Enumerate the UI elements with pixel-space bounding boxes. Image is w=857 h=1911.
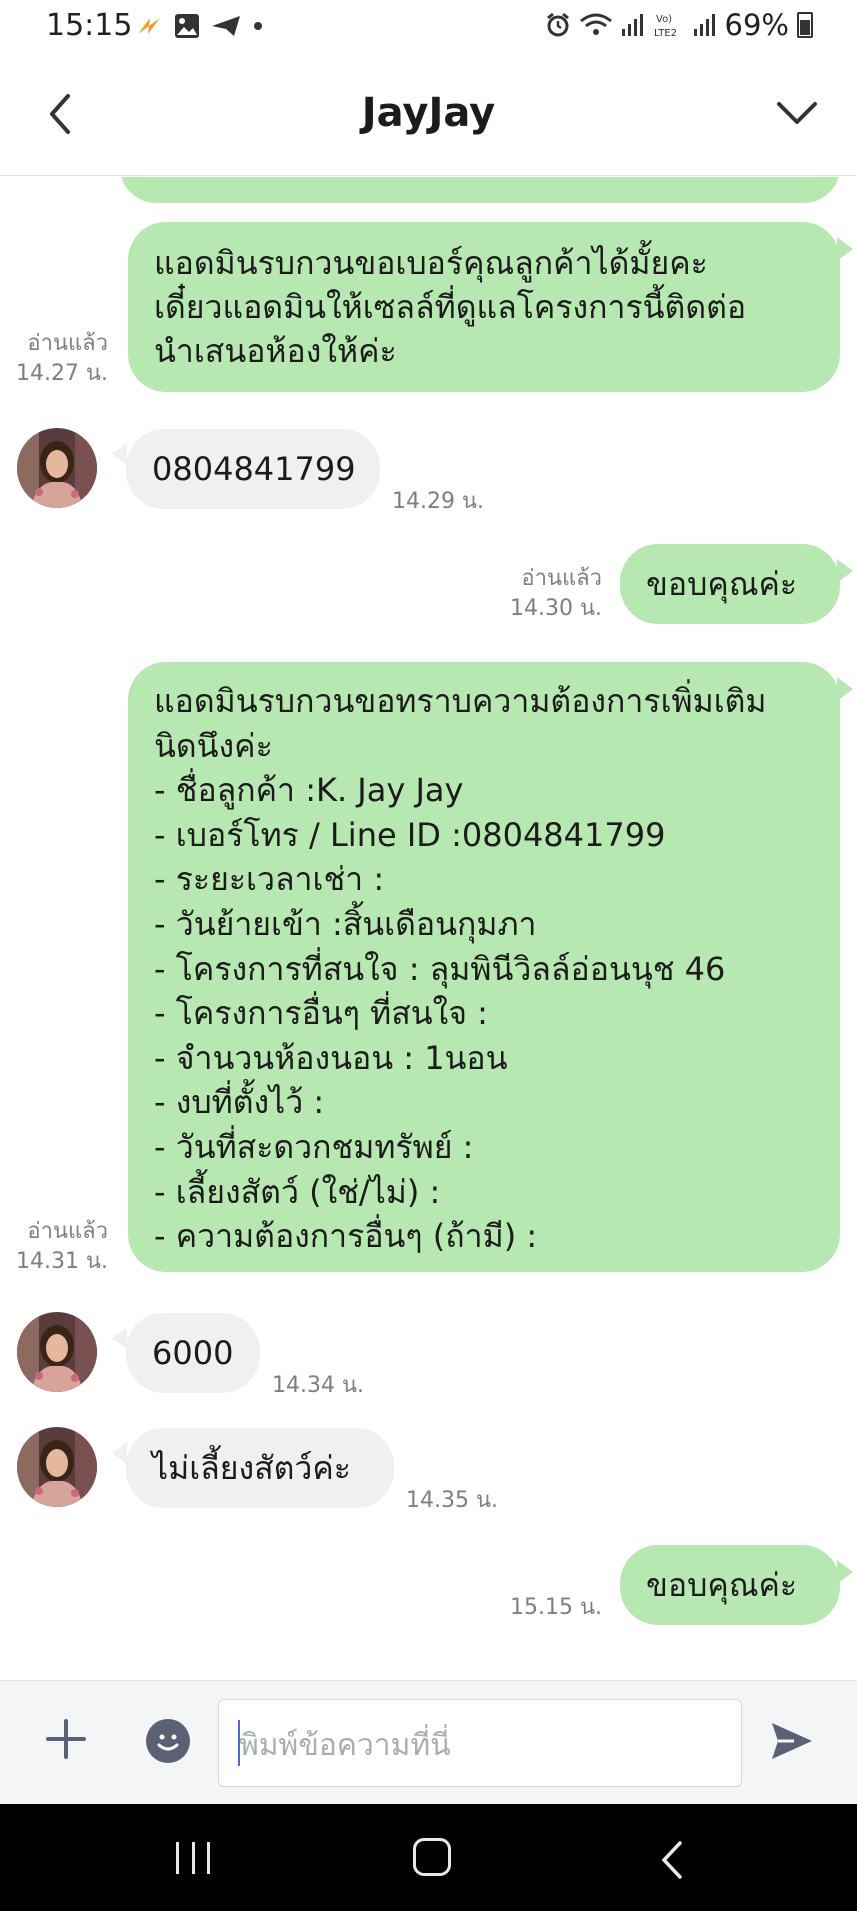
message-line: แอดมินรบกวนขอเบอร์คุณลูกค้าได้มั้ยคะ bbox=[154, 244, 708, 282]
bubble-tail bbox=[112, 443, 127, 465]
svg-text:Vo): Vo) bbox=[656, 14, 672, 25]
message-line: - เลี้ยงสัตว์ (ใช่/ไม่) : bbox=[154, 1172, 441, 1211]
svg-text:LTE2: LTE2 bbox=[654, 28, 677, 39]
send-arrow-icon bbox=[772, 1723, 812, 1759]
incoming-message[interactable]: 6000 bbox=[126, 1313, 260, 1393]
message-meta: 15.15 น. bbox=[470, 1593, 602, 1623]
message-time: 15.15 น. bbox=[509, 1595, 602, 1620]
attach-button[interactable] bbox=[46, 1719, 86, 1759]
message-time: 14.35 น. bbox=[406, 1488, 499, 1513]
bubble-tail bbox=[837, 237, 853, 261]
read-receipt: อ่านแล้ว bbox=[27, 1219, 108, 1244]
send-button[interactable] bbox=[768, 1717, 816, 1765]
message-line: นิดนึงค่ะ bbox=[154, 726, 273, 765]
outgoing-message[interactable]: ขอบคุณค่ะ bbox=[620, 1545, 840, 1625]
text-caret bbox=[238, 1720, 240, 1766]
outgoing-message[interactable]: แอดมินรบกวนขอทราบความต้องการเพิ่มเติม นิ… bbox=[128, 662, 840, 1272]
plus-icon bbox=[46, 1719, 86, 1759]
avatar-photo-icon bbox=[17, 1312, 97, 1392]
message-line: - จำนวนห้องนอน : 1นอน bbox=[154, 1038, 508, 1077]
bubble-tail bbox=[837, 559, 853, 583]
smiley-icon bbox=[157, 1734, 179, 1751]
message-time: 14.27 น. bbox=[15, 361, 108, 386]
message-line: - งบที่ตั้งไว้ : bbox=[154, 1083, 325, 1122]
message-time: 14.29 น. bbox=[392, 489, 485, 514]
outgoing-message[interactable]: แอดมินรบกวนขอเบอร์คุณลูกค้าได้มั้ยคะ เดี… bbox=[128, 222, 840, 392]
message-line: แอดมินรบกวนขอทราบความต้องการเพิ่มเติม bbox=[154, 682, 767, 720]
message-line: - โครงการอื่นๆ ที่สนใจ : bbox=[154, 994, 488, 1033]
contact-avatar[interactable] bbox=[17, 1427, 97, 1507]
message-line: - ความต้องการอื่นๆ (ถ้ามี) : bbox=[154, 1217, 538, 1256]
signal-icon bbox=[693, 14, 715, 36]
send-icon bbox=[212, 16, 240, 36]
alarm-icon bbox=[546, 12, 569, 37]
message-line: - เบอร์โทร / Line ID :0804841799 bbox=[154, 815, 666, 854]
contact-avatar[interactable] bbox=[17, 428, 97, 508]
chat-title: JayJay bbox=[361, 90, 496, 136]
avatar-photo-icon bbox=[17, 428, 97, 508]
bubble-tail bbox=[837, 1560, 853, 1584]
message-time: 14.30 น. bbox=[509, 596, 602, 621]
message-meta: อ่านแล้ว 14.27 น. bbox=[8, 329, 108, 389]
avatar-photo-icon bbox=[17, 1427, 97, 1507]
volte-icon: Vo) LTE2 bbox=[654, 14, 677, 39]
message-input-bar: พิมพ์ข้อความที่นี่ bbox=[0, 1680, 857, 1804]
chevron-down-icon bbox=[777, 102, 817, 124]
home-button[interactable] bbox=[413, 1838, 451, 1876]
bubble-tail bbox=[112, 1442, 127, 1464]
status-bar: 15:15 Vo) LTE2 69% bbox=[0, 0, 857, 52]
flash-icon bbox=[138, 18, 160, 34]
contact-avatar[interactable] bbox=[17, 1312, 97, 1392]
dot-icon bbox=[254, 22, 262, 30]
outgoing-message[interactable]: ขอบคุณค่ะ bbox=[620, 544, 840, 624]
message-line: - โครงการที่สนใจ : ลุมพินีวิลล์อ่อนนุช 4… bbox=[154, 949, 726, 988]
message-text: ไม่เลี้ยงสัตว์ค่ะ bbox=[152, 1449, 351, 1487]
image-icon bbox=[175, 14, 199, 38]
message-list[interactable]: อ่านแล้ว 14.27 น. แอดมินรบกวนขอเบอร์คุณล… bbox=[0, 177, 857, 1680]
message-input[interactable]: พิมพ์ข้อความที่นี่ bbox=[218, 1699, 742, 1787]
read-receipt: อ่านแล้ว bbox=[521, 566, 602, 591]
bubble-tail bbox=[112, 1327, 127, 1349]
message-text: 0804841799 bbox=[152, 450, 356, 488]
notification-icons bbox=[134, 10, 264, 42]
message-line: นำเสนอห้องให้ค่ะ bbox=[154, 332, 397, 370]
emoji-button[interactable] bbox=[146, 1719, 190, 1763]
message-time: 14.34 น. bbox=[272, 1373, 365, 1398]
message-line: เดี๋ยวแอดมินให้เซลล์ที่ดูแลโครงการนี้ติด… bbox=[154, 288, 747, 326]
message-meta: อ่านแล้ว 14.30 น. bbox=[470, 564, 602, 624]
system-nav-bar bbox=[0, 1804, 857, 1911]
message-meta: อ่านแล้ว 14.31 น. bbox=[8, 1217, 108, 1277]
message-text: ขอบคุณค่ะ bbox=[646, 565, 798, 603]
message-time: 14.31 น. bbox=[15, 1249, 108, 1274]
message-line: - ระยะเวลาเช่า : bbox=[154, 860, 385, 899]
status-right: Vo) LTE2 69% bbox=[545, 8, 813, 42]
message-text: ขอบคุณค่ะ bbox=[646, 1566, 798, 1604]
back-chevron-icon bbox=[661, 1841, 682, 1879]
read-receipt: อ่านแล้ว bbox=[27, 331, 108, 356]
message-text: 6000 bbox=[152, 1334, 234, 1372]
incoming-message[interactable]: ไม่เลี้ยงสัตว์ค่ะ bbox=[126, 1428, 394, 1508]
system-back-button[interactable] bbox=[660, 1840, 684, 1880]
message-line: - วันที่สะดวกชมทรัพย์ : bbox=[154, 1127, 474, 1166]
input-placeholder: พิมพ์ข้อความที่นี่ bbox=[239, 1728, 451, 1763]
recents-button[interactable] bbox=[176, 1842, 210, 1876]
menu-toggle-button[interactable] bbox=[769, 90, 825, 138]
battery-icon bbox=[797, 12, 813, 38]
bubble-tail bbox=[837, 677, 853, 701]
message-line: - วันย้ายเข้า :สิ้นเดือนกุมภา bbox=[154, 904, 537, 943]
status-time: 15:15 bbox=[46, 8, 133, 43]
signal-icon bbox=[621, 14, 643, 36]
message-line: - ชื่อลูกค้า :K. Jay Jay bbox=[154, 771, 464, 810]
message-bubble-partial[interactable] bbox=[120, 177, 840, 203]
chat-header: JayJay bbox=[0, 52, 857, 176]
wifi-icon bbox=[579, 13, 612, 35]
incoming-message[interactable]: 0804841799 bbox=[126, 429, 380, 509]
battery-percent: 69% bbox=[724, 8, 789, 42]
